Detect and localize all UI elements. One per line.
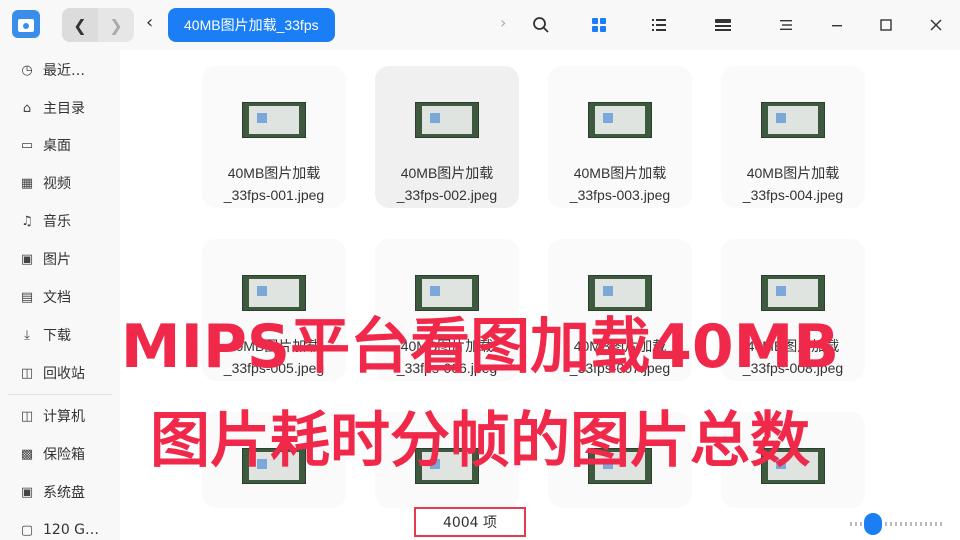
file-thumbnail — [415, 102, 479, 138]
minimize-button[interactable] — [826, 14, 848, 36]
details-view-icon — [715, 19, 731, 31]
video-icon: ▦ — [20, 175, 34, 191]
icon-size-slider-handle[interactable] — [864, 513, 882, 535]
item-count-status: 4004 项 — [414, 507, 526, 537]
sidebar-item-drive[interactable]: ▢ 120 G… — [0, 513, 120, 540]
sidebar-item-home[interactable]: ⌂ 主目录 — [0, 91, 120, 125]
breadcrumb-scroll-right-button[interactable]: › — [500, 13, 506, 32]
file-item[interactable]: 40MB图片加载 _33fps-004.jpeg — [721, 66, 865, 208]
breadcrumb-scroll-left-button[interactable]: ‹ — [146, 12, 153, 33]
sidebar-item-label: 最近… — [43, 63, 85, 79]
maximize-button[interactable] — [875, 14, 897, 36]
file-item[interactable]: 40MB图片加载 _33fps-001.jpeg — [202, 66, 346, 208]
home-icon: ⌂ — [22, 100, 32, 116]
clock-icon: ◷ — [21, 62, 33, 78]
sidebar-item-pictures[interactable]: ▣ 图片 — [0, 242, 120, 276]
sidebar-item-desktop[interactable]: ▭ 桌面 — [0, 128, 120, 162]
file-name: 40MB图片加载 _33fps-001.jpeg — [223, 165, 325, 203]
icon-view-button[interactable] — [588, 14, 610, 36]
sidebar-item-label: 120 G… — [43, 522, 100, 538]
search-button[interactable] — [530, 14, 552, 36]
menu-icon — [780, 20, 792, 30]
details-view-button[interactable] — [712, 14, 734, 36]
picture-icon: ▣ — [20, 251, 34, 267]
list-view-button[interactable] — [648, 14, 670, 36]
overlay-caption-line-2: 图片耗时分帧的图片总数 — [150, 406, 810, 476]
sidebar-item-label: 视频 — [43, 176, 71, 192]
title-bar: ❮ ❯ ‹ 40MB图片加载_33fps › — [0, 0, 960, 50]
maximize-icon — [880, 19, 892, 31]
search-icon — [533, 17, 549, 33]
main-menu-button[interactable] — [775, 14, 797, 36]
file-name: 40MB图片加载 _33fps-004.jpeg — [742, 165, 844, 203]
breadcrumb-current-folder[interactable]: 40MB图片加载_33fps — [168, 8, 335, 42]
file-manager-window: ❮ ❯ ‹ 40MB图片加载_33fps › ◷ 最近… ⌂ 主目录 ▭ 桌面 … — [0, 0, 960, 540]
sidebar-item-label: 系统盘 — [43, 485, 85, 501]
chevron-left-icon: ❮ — [73, 15, 87, 35]
sidebar-item-label: 桌面 — [43, 138, 71, 154]
sidebar-item-label: 图片 — [43, 252, 71, 268]
file-name: 40MB图片加载 _33fps-002.jpeg — [396, 165, 498, 203]
sidebar-item-music[interactable]: ♫ 音乐 — [0, 204, 120, 238]
close-button[interactable] — [925, 14, 947, 36]
icon-view-icon — [592, 18, 606, 32]
file-thumbnail — [242, 102, 306, 138]
chevron-right-icon: ❯ — [109, 15, 123, 35]
file-thumbnail — [761, 102, 825, 138]
sidebar-item-label: 主目录 — [43, 101, 85, 117]
disk-icon: ▣ — [20, 484, 34, 500]
file-item[interactable]: 40MB图片加载 _33fps-002.jpeg — [375, 66, 519, 208]
music-icon: ♫ — [21, 213, 33, 229]
back-button[interactable]: ❮ — [62, 8, 98, 42]
minimize-icon — [832, 25, 842, 27]
history-nav: ❮ ❯ — [62, 8, 134, 42]
sidebar-item-system-disk[interactable]: ▣ 系统盘 — [0, 475, 120, 509]
file-name: 40MB图片加载 _33fps-003.jpeg — [569, 165, 671, 203]
sidebar-item-videos[interactable]: ▦ 视频 — [0, 166, 120, 200]
drive-icon: ▢ — [20, 522, 34, 538]
forward-button[interactable]: ❯ — [98, 8, 134, 42]
sidebar-item-label: 音乐 — [43, 214, 71, 230]
sidebar-item-recent[interactable]: ◷ 最近… — [0, 53, 120, 87]
file-thumbnail — [588, 102, 652, 138]
file-item[interactable]: 40MB图片加载 _33fps-003.jpeg — [548, 66, 692, 208]
desktop-icon: ▭ — [20, 137, 34, 153]
overlay-caption-line-1: MIPS平台看图加载40MB — [120, 312, 840, 382]
app-logo-icon — [12, 10, 40, 38]
list-view-icon — [652, 19, 666, 31]
close-icon — [930, 19, 942, 31]
